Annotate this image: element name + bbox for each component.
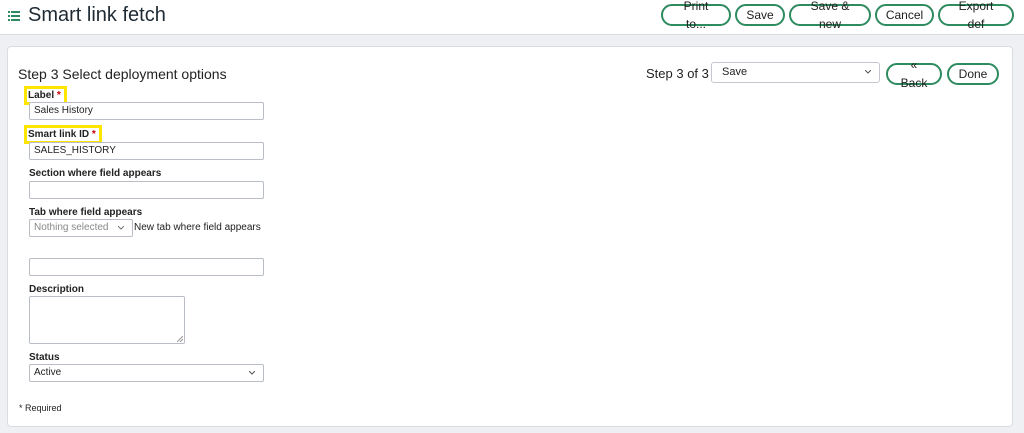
description-textarea[interactable]: [29, 296, 185, 344]
smart-link-id-label: Smart link ID *: [24, 125, 102, 144]
new-tab-label: New tab where field appears: [134, 222, 261, 233]
tab-select-value: Nothing selected: [34, 222, 109, 233]
done-button[interactable]: Done: [947, 63, 999, 85]
back-button[interactable]: « Back: [886, 58, 942, 90]
export-def-button[interactable]: Export def: [938, 0, 1014, 31]
label-input[interactable]: Sales History: [29, 102, 264, 120]
print-to-button[interactable]: Print to...: [661, 0, 731, 31]
status-select[interactable]: Active: [29, 364, 264, 382]
step-action-value: Save: [722, 66, 748, 78]
description-label: Description: [29, 284, 85, 295]
status-select-value: Active: [34, 367, 62, 378]
label-field-label: Label *: [24, 86, 67, 105]
smart-link-id-input[interactable]: SALES_HISTORY: [29, 142, 264, 160]
new-tab-input[interactable]: [29, 258, 264, 276]
save-button[interactable]: Save: [735, 4, 785, 26]
tab-select[interactable]: Nothing selected: [29, 219, 133, 237]
chevron-down-icon: [249, 371, 255, 375]
step-count: Step 3 of 3: [646, 66, 709, 81]
wizard-panel: Step 3 Select deployment options Step 3 …: [7, 46, 1013, 427]
header-actions: Print to... Save Save & new Cancel Expor…: [661, 0, 1014, 31]
required-note: * Required: [19, 403, 62, 413]
page-title: Smart link fetch: [28, 4, 166, 26]
cancel-button[interactable]: Cancel: [875, 4, 934, 26]
smart-link-id-label-text: Smart link ID: [28, 129, 90, 140]
step-title: Step 3 Select deployment options: [18, 66, 227, 82]
list-icon[interactable]: [8, 10, 20, 22]
label-field-label-text: Label: [28, 90, 55, 101]
required-marker: *: [91, 129, 96, 140]
status-label: Status: [29, 352, 60, 363]
required-marker: *: [56, 90, 61, 101]
chevron-down-icon: [118, 226, 124, 230]
section-input[interactable]: [29, 181, 264, 199]
tab-label: Tab where field appears: [29, 207, 143, 218]
top-bar: Smart link fetch Print to... Save Save &…: [0, 0, 1024, 35]
section-label: Section where field appears: [29, 168, 162, 179]
resize-grip-icon[interactable]: [177, 336, 183, 342]
save-and-new-button[interactable]: Save & new: [789, 0, 871, 31]
chevron-down-icon: [865, 70, 871, 74]
step-action-select[interactable]: Save: [711, 62, 880, 83]
